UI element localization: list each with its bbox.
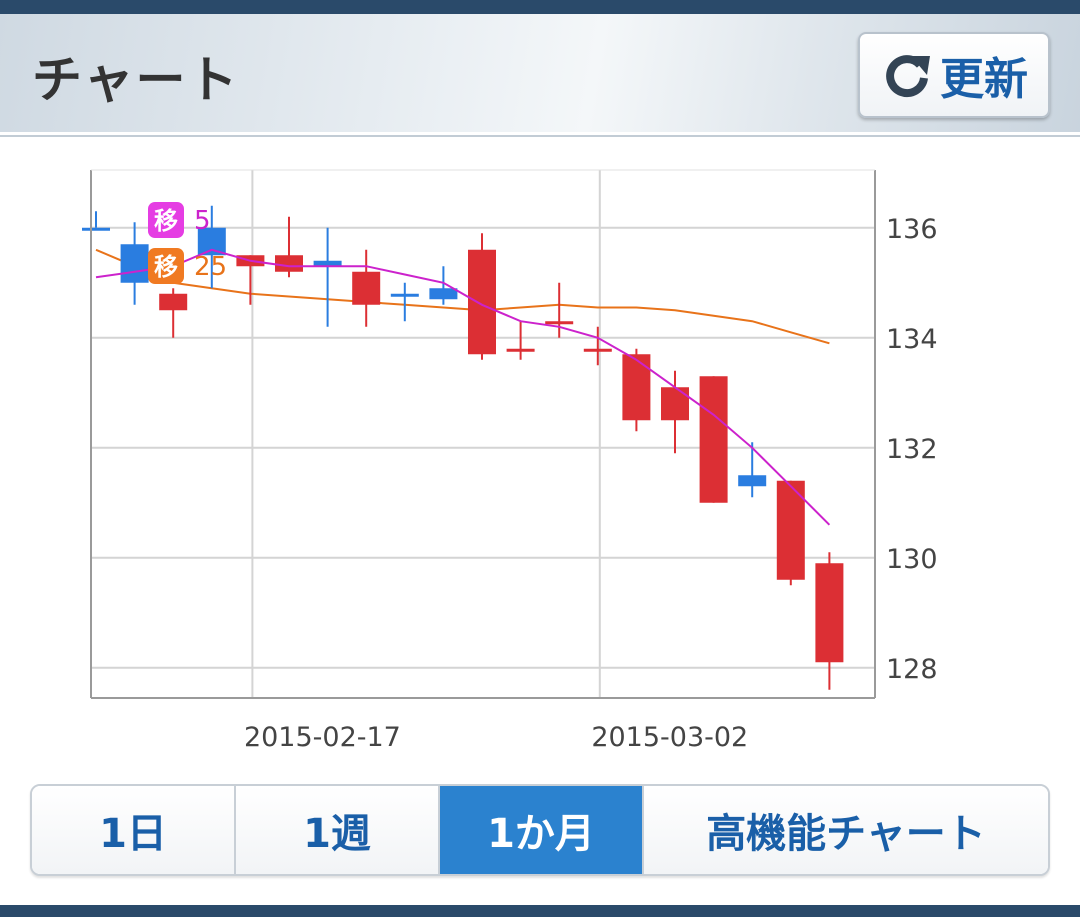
tab-advanced-chart[interactable]: 高機能チャート bbox=[644, 786, 1048, 874]
y-tick-label: 128 bbox=[886, 654, 938, 685]
top-bar bbox=[0, 0, 1080, 14]
candle-body bbox=[429, 288, 458, 300]
x-tick-label: 2015-03-02 bbox=[591, 722, 748, 753]
refresh-button[interactable]: 更新 bbox=[858, 32, 1050, 118]
x-tick-label: 2015-02-17 bbox=[244, 722, 401, 753]
candle-body bbox=[275, 255, 303, 272]
y-tick-label: 130 bbox=[886, 544, 938, 575]
candle-body bbox=[468, 249, 496, 355]
candle-body bbox=[622, 354, 651, 421]
candle-body bbox=[738, 475, 767, 487]
candle-body bbox=[815, 563, 844, 663]
candlestick-chart: 136 134 132 130 128 2015-02-17 2015-03-02 移 5移 25 bbox=[82, 169, 938, 753]
legend-label: 25 bbox=[194, 252, 227, 282]
legend-label: 5 bbox=[194, 206, 211, 236]
candle-body bbox=[699, 376, 728, 503]
header: チャート 更新 bbox=[0, 14, 1080, 135]
candle-body bbox=[352, 271, 381, 305]
bottom-bar bbox=[0, 905, 1080, 917]
candle-body bbox=[583, 348, 612, 352]
chart-area: 136 134 132 130 128 2015-02-17 2015-03-02 移 5 移 25 bbox=[0, 150, 1080, 770]
tab-1month[interactable]: 1か月 bbox=[440, 786, 644, 874]
candle-body bbox=[159, 293, 188, 311]
legend-badge-text: 移 bbox=[154, 207, 178, 235]
y-tick-label: 136 bbox=[886, 214, 938, 245]
candle-body bbox=[506, 348, 535, 352]
y-tick-label: 132 bbox=[886, 434, 938, 465]
y-tick-label: 134 bbox=[886, 324, 938, 355]
candle-body bbox=[120, 244, 149, 283]
candle-body bbox=[82, 227, 110, 231]
legend-badge-text: 移 bbox=[154, 253, 178, 281]
period-tabs: 1日 1週 1か月 高機能チャート bbox=[30, 784, 1050, 876]
tab-1day[interactable]: 1日 bbox=[32, 786, 236, 874]
refresh-icon bbox=[886, 55, 930, 98]
candle-body bbox=[390, 293, 419, 297]
refresh-label: 更新 bbox=[940, 54, 1028, 105]
tab-1week[interactable]: 1週 bbox=[236, 786, 440, 874]
candle-body bbox=[545, 321, 574, 325]
candle-body bbox=[661, 387, 689, 421]
page-title: チャート bbox=[32, 51, 240, 109]
